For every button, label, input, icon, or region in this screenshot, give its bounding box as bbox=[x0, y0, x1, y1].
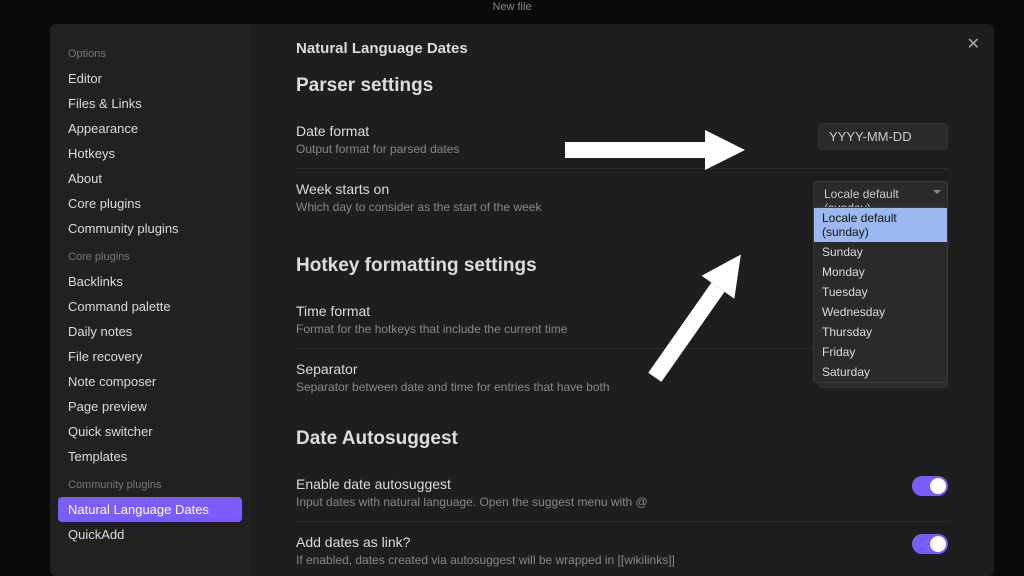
enable-auto-desc: Input dates with natural language. Open … bbox=[296, 495, 648, 509]
enable-auto-label: Enable date autosuggest bbox=[296, 476, 648, 492]
sidebar-heading-community: Community plugins bbox=[50, 469, 250, 497]
option-wednesday[interactable]: Wednesday bbox=[814, 302, 947, 322]
setting-week-start: Week starts on Which day to consider as … bbox=[296, 168, 948, 233]
sidebar-item-about[interactable]: About bbox=[50, 166, 250, 191]
week-start-dropdown: Locale default (sunday) Sunday Monday Tu… bbox=[813, 207, 948, 383]
sidebar-item-templates[interactable]: Templates bbox=[50, 444, 250, 469]
option-sunday[interactable]: Sunday bbox=[814, 242, 947, 262]
option-saturday[interactable]: Saturday bbox=[814, 362, 947, 382]
week-start-select: Locale default (sunday) Locale default (… bbox=[813, 181, 948, 221]
close-button[interactable]: ✕ bbox=[967, 34, 980, 54]
date-format-desc: Output format for parsed dates bbox=[296, 142, 459, 156]
sidebar-item-command-palette[interactable]: Command palette bbox=[50, 294, 250, 319]
plugin-title: Natural Language Dates bbox=[296, 40, 948, 57]
sidebar-item-files-links[interactable]: Files & Links bbox=[50, 91, 250, 116]
sidebar-item-hotkeys[interactable]: Hotkeys bbox=[50, 141, 250, 166]
option-monday[interactable]: Monday bbox=[814, 262, 947, 282]
sidebar-heading-options: Options bbox=[50, 38, 250, 66]
content-area: ✕ Natural Language Dates Parser settings… bbox=[250, 24, 994, 576]
add-as-link-toggle[interactable] bbox=[912, 534, 948, 554]
date-format-input[interactable] bbox=[818, 123, 948, 150]
enable-autosuggest-toggle[interactable] bbox=[912, 476, 948, 496]
week-start-label: Week starts on bbox=[296, 181, 541, 197]
week-start-desc: Which day to consider as the start of th… bbox=[296, 200, 541, 214]
separator-label: Separator bbox=[296, 361, 610, 377]
option-friday[interactable]: Friday bbox=[814, 342, 947, 362]
option-thursday[interactable]: Thursday bbox=[814, 322, 947, 342]
time-format-desc: Format for the hotkeys that include the … bbox=[296, 322, 567, 336]
option-locale-default[interactable]: Locale default (sunday) bbox=[814, 208, 947, 242]
sidebar-item-quick-switcher[interactable]: Quick switcher bbox=[50, 419, 250, 444]
sidebar-item-natural-language-dates[interactable]: Natural Language Dates bbox=[58, 497, 242, 522]
sidebar-item-editor[interactable]: Editor bbox=[50, 66, 250, 91]
date-format-label: Date format bbox=[296, 123, 459, 139]
close-icon: ✕ bbox=[967, 36, 980, 53]
topbar-label: New file bbox=[492, 1, 531, 13]
section-date-autosuggest: Date Autosuggest bbox=[296, 428, 948, 450]
sidebar: Options Editor Files & Links Appearance … bbox=[50, 24, 250, 576]
setting-enable-autosuggest: Enable date autosuggest Input dates with… bbox=[296, 464, 948, 521]
sidebar-item-backlinks[interactable]: Backlinks bbox=[50, 269, 250, 294]
section-parser-settings: Parser settings bbox=[296, 75, 948, 97]
sidebar-item-page-preview[interactable]: Page preview bbox=[50, 394, 250, 419]
sidebar-heading-core: Core plugins bbox=[50, 241, 250, 269]
option-tuesday[interactable]: Tuesday bbox=[814, 282, 947, 302]
setting-add-dates-as-link: Add dates as link? If enabled, dates cre… bbox=[296, 521, 948, 576]
sidebar-item-daily-notes[interactable]: Daily notes bbox=[50, 319, 250, 344]
settings-modal: Options Editor Files & Links Appearance … bbox=[50, 24, 994, 576]
separator-desc: Separator between date and time for entr… bbox=[296, 380, 610, 394]
sidebar-item-quickadd[interactable]: QuickAdd bbox=[50, 522, 250, 547]
add-link-desc: If enabled, dates created via autosugges… bbox=[296, 553, 675, 567]
add-link-label: Add dates as link? bbox=[296, 534, 675, 550]
time-format-label: Time format bbox=[296, 303, 567, 319]
sidebar-item-community-plugins[interactable]: Community plugins bbox=[50, 216, 250, 241]
chevron-down-icon bbox=[933, 190, 941, 194]
sidebar-item-file-recovery[interactable]: File recovery bbox=[50, 344, 250, 369]
topbar: New file bbox=[0, 0, 1024, 18]
sidebar-item-core-plugins[interactable]: Core plugins bbox=[50, 191, 250, 216]
sidebar-item-note-composer[interactable]: Note composer bbox=[50, 369, 250, 394]
setting-date-format: Date format Output format for parsed dat… bbox=[296, 111, 948, 168]
sidebar-item-appearance[interactable]: Appearance bbox=[50, 116, 250, 141]
